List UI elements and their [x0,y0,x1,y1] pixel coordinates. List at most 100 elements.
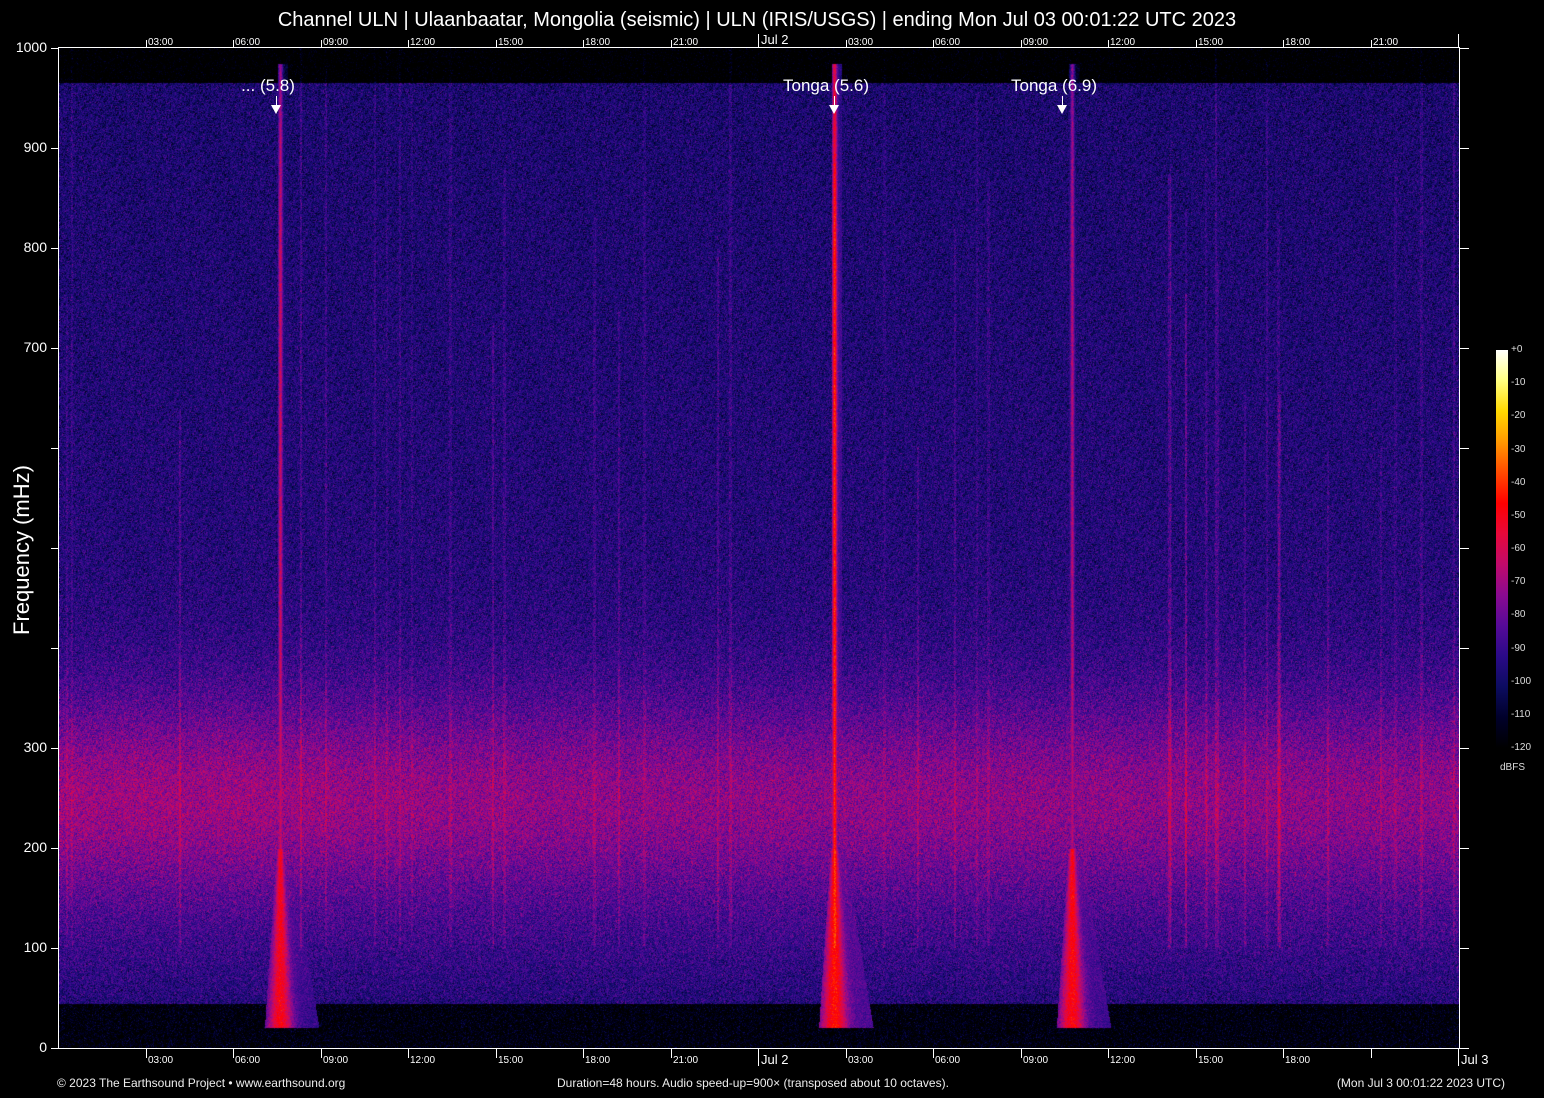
x-tick [1458,34,1459,48]
colorbar [1496,350,1508,748]
y-tick-right [1459,748,1469,749]
x-tick [408,40,409,48]
x-tick-label: 12:00 [1110,1055,1136,1066]
colorbar-tick-label: -90 [1511,642,1526,654]
x-tick [671,40,672,48]
x-tick [846,40,847,48]
y-tick [51,448,58,449]
x-tick-label: 18:00 [1285,1055,1311,1066]
x-tick [1458,1048,1459,1066]
colorbar-tick-label: -80 [1511,609,1526,621]
colorbar-tick-label: -110 [1511,708,1531,720]
event-label: Tonga (5.6) [783,76,869,95]
x-tick [1196,40,1197,48]
event-label: ... (5.8) [241,76,295,95]
colorbar-tick-label: -70 [1511,576,1526,588]
y-tick [51,1048,58,1049]
x-tick [321,1048,322,1058]
y-tick-label: 800 [23,239,47,255]
x-tick-label: 09:00 [323,37,349,48]
x-tick [1196,1048,1197,1058]
x-tick-label: 21:00 [1373,37,1399,48]
y-tick-label: 700 [23,339,47,355]
x-tick [1021,1048,1022,1058]
colorbar-unit: dBFS [1500,762,1526,773]
x-tick [1283,40,1284,48]
x-tick [846,1048,847,1058]
x-tick [496,1048,497,1058]
y-tick-right [1459,448,1469,449]
x-tick [758,34,759,48]
y-tick [51,248,58,249]
colorbar-tick-label: -120 [1511,742,1532,753]
x-tick-label: 18:00 [1285,37,1311,48]
event-arrowhead-icon [829,105,839,114]
x-tick [1108,40,1109,48]
x-tick [671,1048,672,1058]
y-tick-right [1459,948,1469,949]
y-tick [51,48,58,49]
x-tick-label: 15:00 [1198,1055,1224,1066]
x-tick [933,40,934,48]
y-axis-title: Frequency (mHz) [9,465,34,635]
colorbar-tick-label: -10 [1511,377,1526,389]
x-tick-label: Jul 2 [761,32,789,47]
y-tick [51,948,58,949]
x-tick [408,1048,409,1058]
x-tick-label: 15:00 [498,1055,524,1066]
x-tick-label: 09:00 [1023,37,1049,48]
chart-title: Channel ULN | Ulaanbaatar, Mongolia (sei… [277,9,1237,31]
y-tick [51,748,58,749]
y-tick-right [1459,848,1469,849]
y-tick-right [1459,648,1469,649]
y-tick [51,648,58,649]
x-tick-label: 18:00 [585,37,611,48]
y-tick [51,848,58,849]
y-tick [51,548,58,549]
colorbar-tick-label: -30 [1511,443,1526,455]
colorbar-tick-label: -60 [1511,543,1526,554]
x-tick [496,40,497,48]
y-tick-right [1459,348,1469,349]
x-tick-label: 06:00 [935,37,961,48]
x-tick-label: 12:00 [410,37,436,48]
y-tick-right [1459,548,1469,549]
colorbar-tick-label: -50 [1511,509,1526,521]
x-tick-label: Jul 2 [761,1052,789,1067]
x-tick-label: 03:00 [848,1055,874,1066]
x-tick-label: 09:00 [323,1055,349,1066]
y-tick-right [1459,248,1469,249]
x-tick [758,1048,759,1066]
x-tick-label: 18:00 [585,1055,611,1066]
x-tick-label: 06:00 [235,37,261,48]
x-tick [146,40,147,48]
event-label: Tonga (6.9) [1011,76,1097,95]
x-tick-label: 03:00 [848,37,874,48]
x-tick-label: 06:00 [235,1055,261,1066]
x-tick-label: 21:00 [673,37,699,48]
x-tick-label: 15:00 [498,37,524,48]
x-tick-label: 03:00 [148,1055,174,1066]
x-tick [1283,1048,1284,1058]
y-tick-label: 900 [23,139,47,155]
x-tick-label: 06:00 [935,1055,961,1066]
colorbar-tick-label: -20 [1511,410,1526,422]
x-tick-label: 12:00 [1110,37,1136,48]
y-tick-label: 1000 [15,39,47,55]
plot-frame [58,47,1460,1049]
copyright-text: © 2023 The Earthsound Project • www.eart… [57,1076,346,1090]
event-arrowhead-icon [1057,105,1067,114]
event-arrowhead-icon [271,105,281,114]
y-tick-right [1459,1048,1469,1049]
colorbar-tick-label: -40 [1511,476,1526,488]
y-tick-label: 100 [23,939,47,955]
x-tick [1371,1048,1372,1058]
x-tick-label: 03:00 [148,37,174,48]
y-tick-label: 200 [23,839,47,855]
x-tick-label: 21:00 [673,1055,699,1066]
y-tick-label: 300 [23,739,47,755]
x-tick [1021,40,1022,48]
x-tick [233,1048,234,1058]
duration-info: Duration=48 hours. Audio speed-up=900× (… [557,1076,949,1090]
colorbar-tick-label: +0 [1511,344,1523,355]
